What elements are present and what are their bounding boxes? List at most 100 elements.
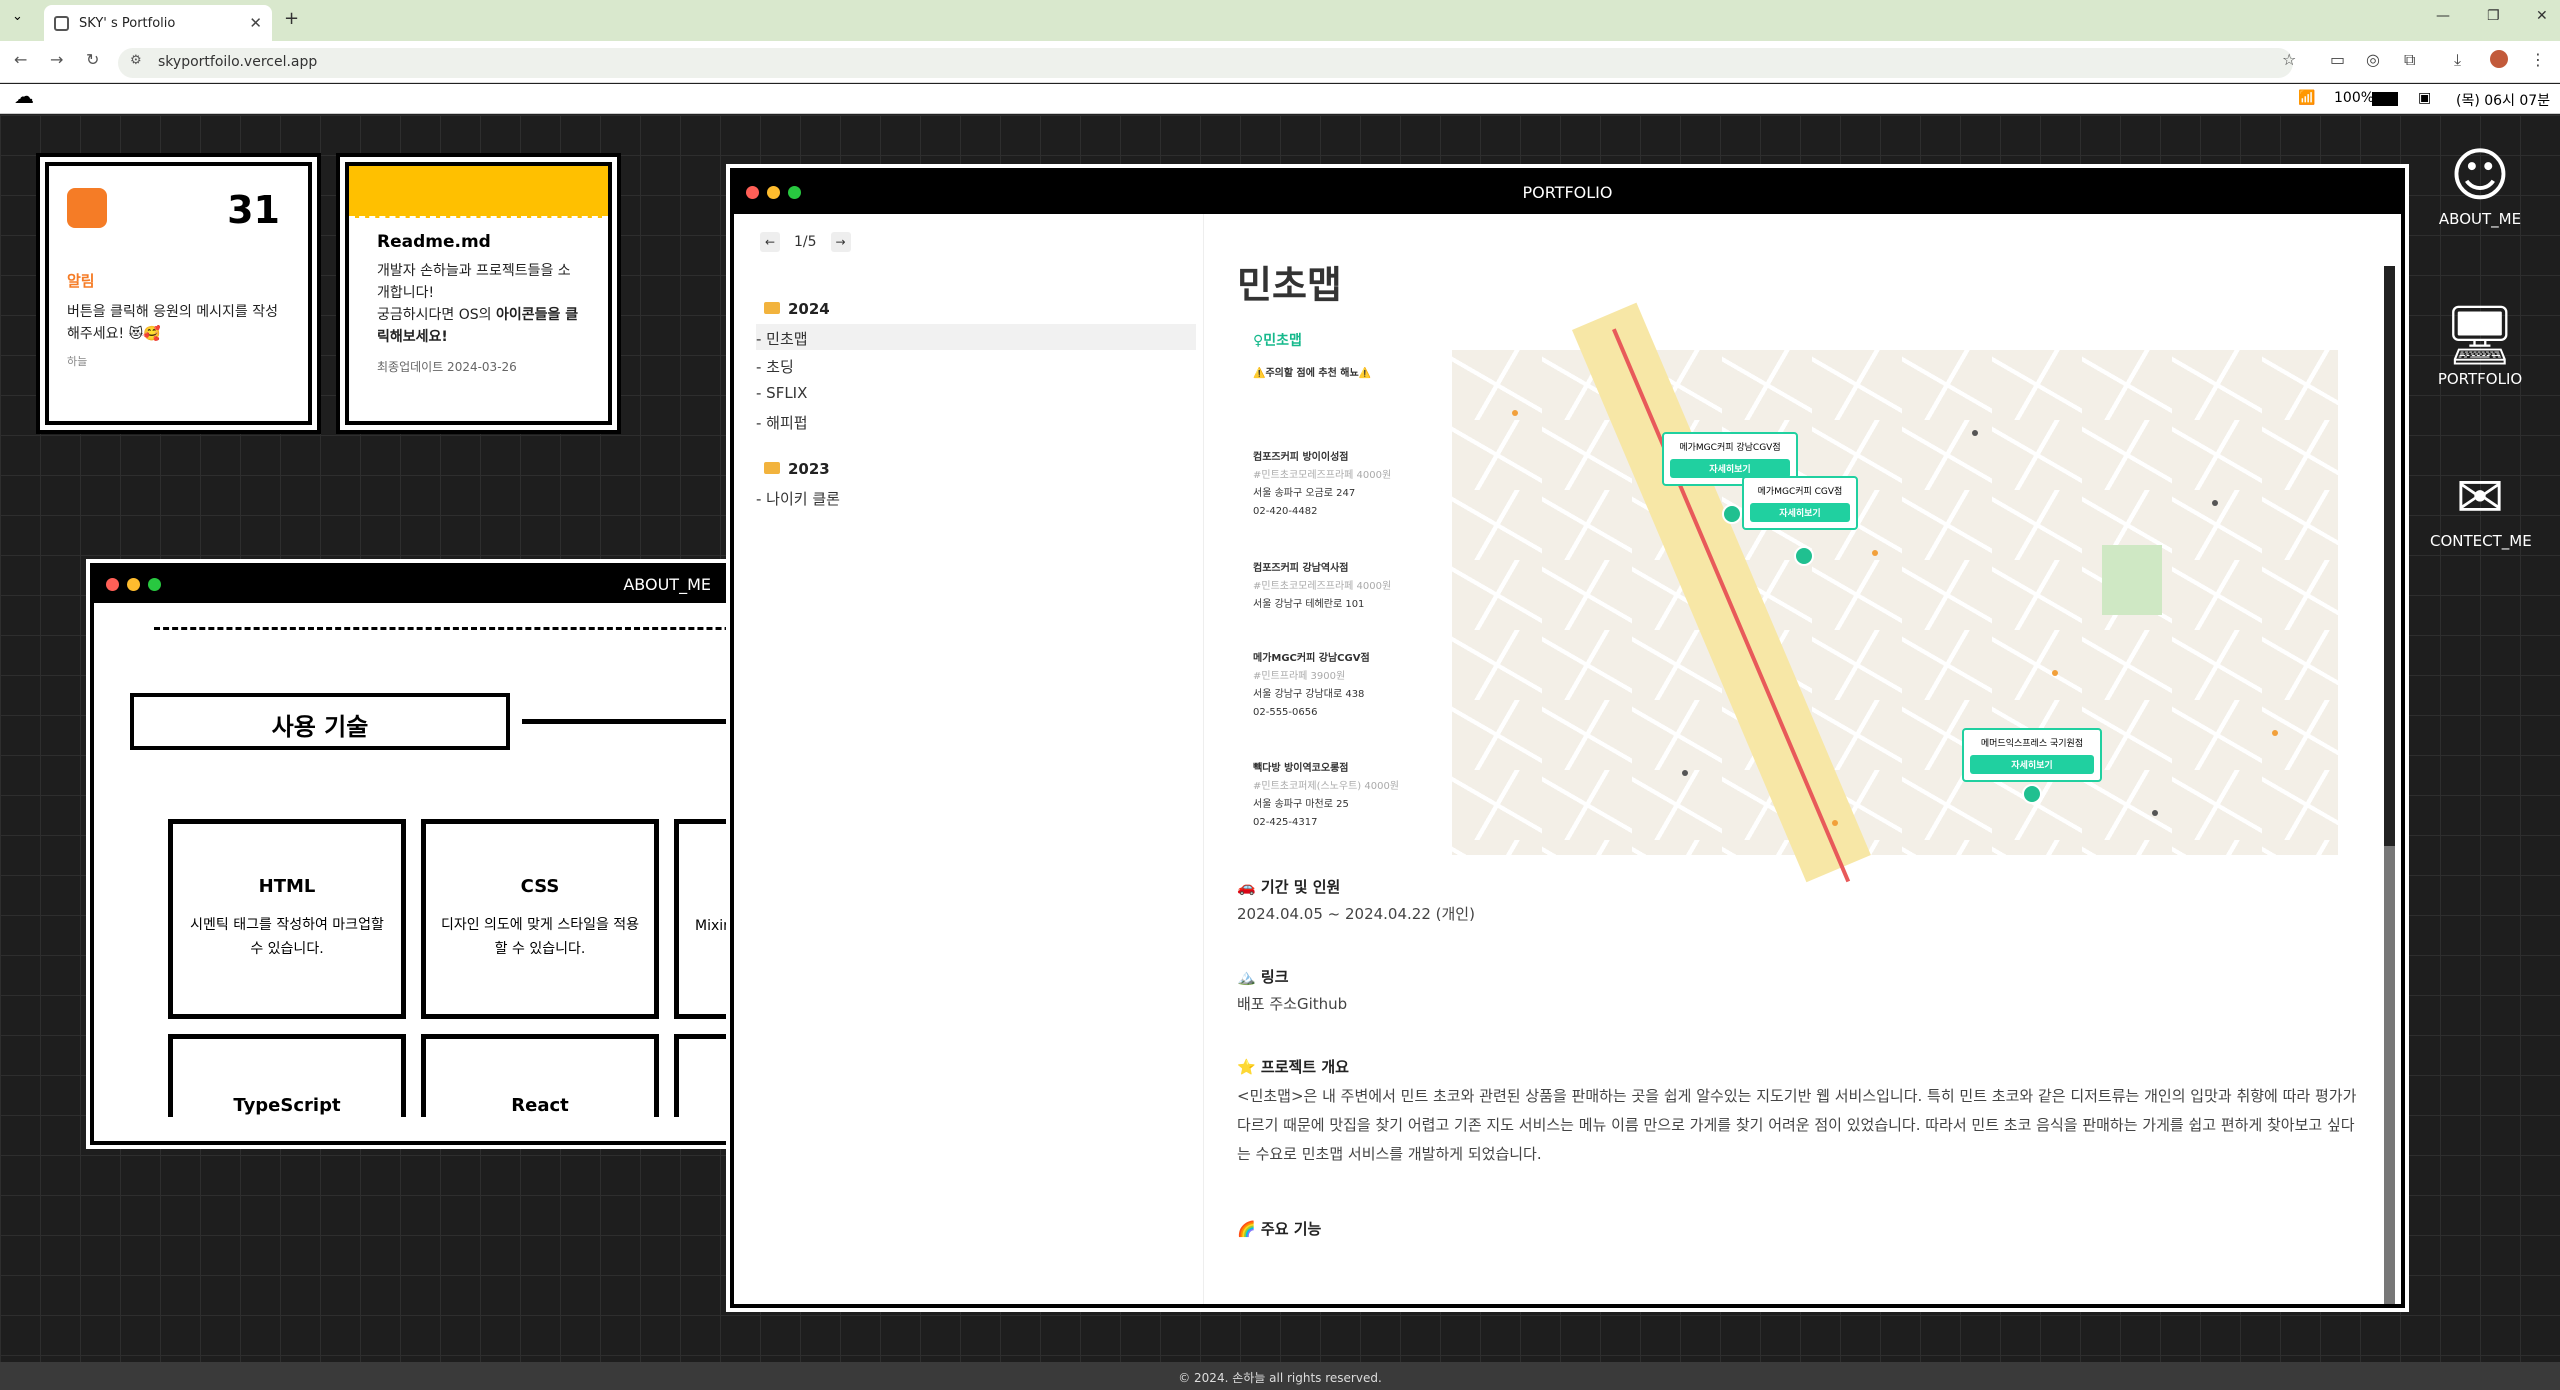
desktop-icon-contact-me[interactable]: ✉ CONTECT_ME <box>2430 462 2532 550</box>
menu-kebab-icon[interactable]: ⋮ <box>2530 50 2546 69</box>
popup-button: 자세히보기 <box>1750 503 1850 522</box>
tab-close-icon[interactable]: ✕ <box>249 14 262 32</box>
next-page-icon[interactable]: → <box>830 232 851 252</box>
mail-pixel-icon: ✉ <box>2455 463 2505 531</box>
store-name: 컴포즈커피 방이이성점 <box>1253 452 1349 463</box>
about-bottom-mask <box>94 1117 731 1141</box>
store-entry: 컴포즈커피 방이이성점 #민트초코모레즈프라페 4000원 서울 송파구 오금로… <box>1237 449 1447 521</box>
store-name: 컴포즈커피 강남역사점 <box>1253 563 1349 574</box>
skill-desc: 디자인 의도에 맞게 스타일을 적용할 수 있습니다. <box>440 917 640 957</box>
readme-widget[interactable]: Readme.md 개발자 손하늘과 프로젝트들을 소개합니다! 궁금하시다면 … <box>345 162 612 425</box>
portfolio-window[interactable]: PORTFOLIO ← 1/5 → 2024 - 민초맵 - 초딩 - SFLI… <box>730 168 2405 1308</box>
reload-icon[interactable]: ↻ <box>86 50 99 69</box>
skill-name: CSS <box>520 876 560 897</box>
tab-title: SKY' s Portfolio <box>79 15 176 31</box>
tab-search-icon[interactable]: ⌄ <box>12 9 23 24</box>
site-info-icon[interactable]: ⚙ <box>130 53 142 68</box>
dashed-divider <box>154 627 731 630</box>
forward-icon[interactable]: → <box>50 50 63 69</box>
cast-icon[interactable]: ▭ <box>2330 50 2345 69</box>
project-links[interactable]: 배포 주소Github <box>1237 990 1347 1019</box>
year-2023[interactable]: 2023 <box>764 460 830 478</box>
window-close-icon[interactable]: ✕ <box>2536 8 2548 24</box>
store-addr: 서울 송파구 오금로 247 <box>1253 488 1356 499</box>
browser-tab[interactable]: SKY' s Portfolio ✕ <box>44 5 272 41</box>
download-icon[interactable]: ⤓ <box>2454 50 2461 70</box>
restore-icon[interactable]: ❐ <box>2487 8 2500 24</box>
screenshot-tagline: ⚠️주의할 점에 추천 해뇨⚠️ <box>1253 368 1372 379</box>
cloud-logo-icon[interactable]: ☁ <box>14 84 34 108</box>
back-icon[interactable]: ← <box>14 50 27 69</box>
store-entry: 컴포즈커피 강남역사점 #민트초코모레즈프라페 4000원 서울 강남구 테헤란… <box>1237 560 1447 614</box>
readme-text: 개발자 손하늘과 프로젝트들을 소개합니다! 궁금하시다면 OS의 아이콘들을 … <box>377 260 580 348</box>
scrollbar-thumb[interactable] <box>2384 266 2395 846</box>
skill-card-css: CSS 디자인 의도에 맞게 스타일을 적용할 수 있습니다. <box>421 819 659 1019</box>
skill-card-html: HTML 시멘틱 태그를 작성하여 마크업할 수 있습니다. <box>168 819 406 1019</box>
map-pin-icon <box>1722 504 1742 524</box>
map-popup: 메머드익스프레스 국기원점자세히보기 <box>1962 728 2102 782</box>
input-method-icon[interactable]: ▣ <box>2418 90 2431 106</box>
map-poi <box>1972 430 1978 436</box>
prev-page-icon[interactable]: ← <box>760 232 780 252</box>
features-heading: 🌈 주요 기능 <box>1237 1220 1322 1238</box>
map-poi <box>1832 820 1838 826</box>
readme-updated: 최종업데이트 2024-03-26 <box>377 360 517 374</box>
year-2024[interactable]: 2024 <box>764 300 830 318</box>
project-item[interactable]: - 해피펍 <box>756 408 1196 434</box>
project-title: 민초맵 <box>1237 263 1342 307</box>
overview-line-2: 다르기 때문에 맛집을 찾기 어렵고 기존 지도 서비스는 메뉴 이름 만으로 … <box>1237 1116 2355 1134</box>
about-titlebar[interactable]: ABOUT_ME <box>94 567 731 603</box>
desktop-icon-label: CONTECT_ME <box>2430 532 2532 550</box>
about-me-window[interactable]: ABOUT_ME 사용 기술 HTML 시멘틱 태그를 작성하여 마크업할 수 … <box>90 563 735 1145</box>
minimize-icon[interactable]: — <box>2436 8 2450 24</box>
readme-line-1: 개발자 손하늘과 프로젝트들을 소개합니다! <box>377 263 571 301</box>
project-item[interactable]: - 초딩 <box>756 352 1196 378</box>
project-item[interactable]: - 나이키 클론 <box>756 484 1196 510</box>
computer-pixel-icon: 🖥 <box>2443 301 2517 369</box>
store-tag: #민트초코모레즈프라페 4000원 <box>1253 470 1392 481</box>
maximize-dot-icon[interactable] <box>148 578 161 591</box>
map-road <box>1572 302 1871 883</box>
notice-author: 하늘 <box>67 355 88 368</box>
desktop-icon-about-me[interactable]: ☺ ABOUT_ME <box>2430 140 2530 228</box>
store-tag: #민트초코퍼제(스노우트) 4000원 <box>1253 781 1400 792</box>
footer: © 2024. 손하늘 all rights reserved. <box>0 1362 2560 1390</box>
extension-shield-icon[interactable]: ◎ <box>2366 50 2380 69</box>
battery-percent: 100% <box>2334 90 2375 106</box>
bookmark-star-icon[interactable]: ☆ <box>2282 50 2296 69</box>
notice-widget[interactable]: 31 알림 버튼을 클릭해 응원의 메시지를 작성해주세요! 😻🥰 하늘 <box>45 162 312 425</box>
readme-line-2a: 궁금하시다면 OS의 <box>377 307 496 323</box>
minimize-dot-icon[interactable] <box>127 578 140 591</box>
popup-title: 메머드익스프레스 국기원점 <box>1980 739 2084 749</box>
portfolio-titlebar[interactable]: PORTFOLIO <box>734 172 2401 214</box>
skill-name: TypeScript <box>233 1095 341 1116</box>
map-pin-icon <box>2022 784 2042 804</box>
store-tag: #민트프라페 3900원 <box>1253 671 1346 682</box>
desktop-icon-portfolio[interactable]: 🖥 PORTFOLIO <box>2430 300 2530 388</box>
avatar-pixel-icon: ☺ <box>2449 141 2511 209</box>
store-tel: 02-555-0656 <box>1253 707 1318 718</box>
project-item[interactable]: - SFLIX <box>756 380 1196 406</box>
store-tel: 02-420-4482 <box>1253 506 1318 517</box>
profile-avatar[interactable] <box>2490 50 2508 68</box>
store-tag: #민트초코모레즈프라페 4000원 <box>1253 581 1392 592</box>
skill-name: React <box>511 1095 569 1116</box>
wifi-icon: 📶 <box>2298 90 2316 106</box>
project-item[interactable]: - 민초맵 <box>756 324 1196 350</box>
close-dot-icon[interactable] <box>106 578 119 591</box>
notice-message: 버튼을 클릭해 응원의 메시지를 작성해주세요! 😻🥰 <box>67 304 278 342</box>
desktop-icon-label: PORTFOLIO <box>2437 370 2523 388</box>
store-tel: 02-425-4317 <box>1253 817 1318 828</box>
extensions-icon[interactable]: ⧉ <box>2404 50 2415 70</box>
browser-tab-strip <box>0 0 2560 41</box>
year-label: 2024 <box>788 300 830 318</box>
map-poi <box>1512 410 1518 416</box>
content-scrollbar[interactable] <box>2384 266 2395 1304</box>
popup-button: 자세히보기 <box>1970 755 2094 774</box>
map-rail <box>1612 328 1851 883</box>
new-tab-icon[interactable]: + <box>284 8 299 29</box>
store-addr: 서울 강남구 강남대로 438 <box>1253 689 1365 700</box>
url-input[interactable]: skyportfoilo.vercel.app <box>118 48 2293 78</box>
desktop-icon-label: ABOUT_ME <box>2438 210 2522 228</box>
skill-desc: Mixin <box>695 918 733 934</box>
